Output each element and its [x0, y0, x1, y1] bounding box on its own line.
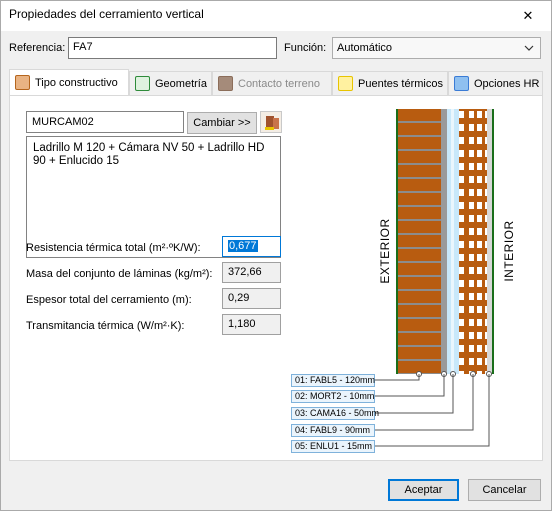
interior-label: INTERIOR: [502, 220, 516, 282]
referencia-label: Referencia:: [9, 42, 66, 54]
tab-geometria[interactable]: Geometría: [129, 71, 212, 95]
wall-layer-enlu1: [487, 109, 492, 374]
transmitancia-value: 1,180: [222, 314, 281, 335]
tab-puentes-termicos[interactable]: Puentes térmicos: [332, 71, 448, 95]
puentes-termicos-icon: [338, 76, 353, 91]
chevron-down-icon: [524, 45, 534, 51]
close-button[interactable]: ✕: [505, 1, 551, 31]
dialog-window: Propiedades del cerramiento vertical ✕ R…: [0, 0, 552, 511]
tab-panel-tipo-constructivo: MURCAM02 Cambiar >> Ladrillo M 120 + Cám…: [9, 95, 543, 461]
window-title: Propiedades del cerramiento vertical: [9, 7, 204, 21]
tipo-constructivo-icon: [15, 75, 30, 90]
geometria-icon: [135, 76, 150, 91]
referencia-input[interactable]: FA7: [68, 37, 277, 59]
title-bar: Propiedades del cerramiento vertical ✕: [1, 1, 551, 31]
opciones-hr-icon: [454, 76, 469, 91]
library-icon[interactable]: [260, 111, 282, 133]
tab-label: Opciones HR: [474, 77, 540, 90]
tab-contacto-terreno[interactable]: Contacto terreno: [212, 71, 332, 95]
wall-section-diagram: [396, 109, 494, 377]
tab-opciones-hr[interactable]: Opciones HR: [448, 71, 543, 95]
espesor-value: 0,29: [222, 288, 281, 309]
resistencia-label: Resistencia térmica total (m²·ºK/W):: [26, 242, 201, 254]
transmitancia-label: Transmitancia térmica (W/m²·K):: [26, 320, 185, 332]
tab-label: Tipo constructivo: [35, 76, 118, 89]
funcion-label: Función:: [284, 42, 327, 54]
wall-inner-line: [492, 109, 494, 374]
wall-layer-fabl9: [459, 109, 487, 374]
wall-layer-fabl5: [398, 109, 441, 374]
masa-value: 372,66: [222, 262, 281, 283]
resistencia-value: 0,677: [228, 240, 258, 252]
leader-line-4: [375, 374, 474, 431]
cambiar-button[interactable]: Cambiar >>: [187, 112, 257, 134]
tab-label: Geometría: [155, 77, 207, 90]
aceptar-button[interactable]: Aceptar: [388, 479, 459, 501]
tab-tipo-constructivo[interactable]: Tipo constructivo: [9, 69, 129, 95]
layer-label: 05: ENLU1 - 15mm: [291, 440, 375, 453]
funcion-select[interactable]: Automático: [332, 37, 541, 59]
tab-label: Contacto terreno: [238, 77, 320, 90]
leader-line-5: [375, 374, 490, 447]
funcion-select-value: Automático: [337, 42, 393, 54]
masa-label: Masa del conjunto de láminas (kg/m²):: [26, 268, 213, 280]
wall-outer-line: [396, 109, 398, 374]
cancelar-button[interactable]: Cancelar: [468, 479, 541, 501]
layer-label: 01: FABL5 - 120mm: [291, 374, 375, 387]
leader-line-2: [375, 374, 445, 397]
leader-line-1: [375, 374, 420, 381]
contacto-terreno-icon: [218, 76, 233, 91]
wall-layer-mort2: [441, 109, 447, 374]
tipo-code-field: MURCAM02: [26, 111, 184, 133]
layer-label: 02: MORT2 - 10mm: [291, 390, 375, 403]
resistencia-input[interactable]: 0,677: [222, 236, 281, 257]
wall-layer-cama16-highlight: [451, 109, 454, 374]
tab-label: Puentes térmicos: [358, 77, 443, 90]
exterior-label: EXTERIOR: [378, 218, 392, 284]
layer-label: 03: CAMA16 - 50mm: [291, 407, 379, 420]
espesor-label: Espesor total del cerramiento (m):: [26, 294, 192, 306]
layer-label: 04: FABL9 - 90mm: [291, 424, 375, 437]
close-icon: ✕: [522, 8, 534, 23]
